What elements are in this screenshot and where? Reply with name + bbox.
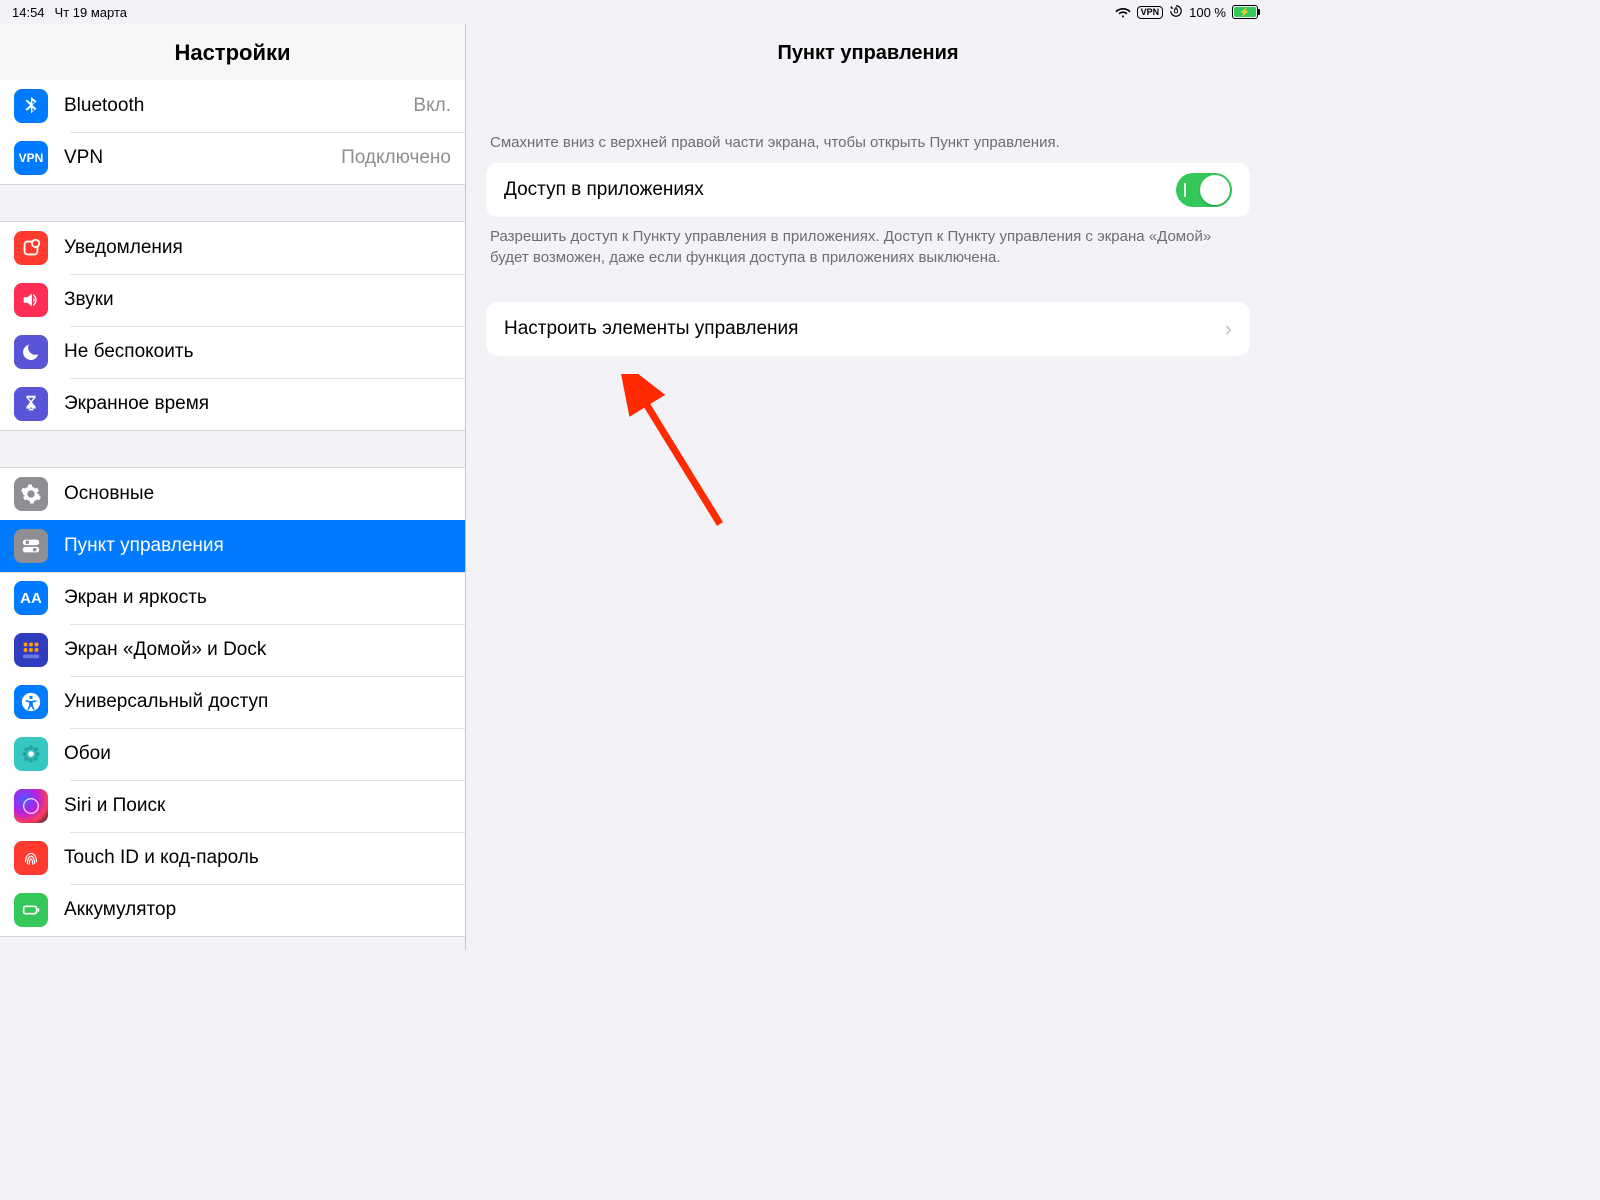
flower-icon: [14, 737, 48, 771]
sidebar-item-touchid[interactable]: Touch ID и код-пароль: [0, 832, 465, 884]
vpn-icon: VPN: [14, 141, 48, 175]
access-group: Доступ в приложениях: [486, 163, 1250, 217]
sidebar-group-general: Основные Пункт управления AA Экран и ярк…: [0, 467, 465, 937]
detail-hint: Смахните вниз с верхней правой части экр…: [466, 79, 1270, 163]
row-label: VPN: [64, 147, 333, 169]
row-label: Основные: [64, 483, 451, 505]
row-label: Touch ID и код-пароль: [64, 847, 451, 869]
customize-controls-row[interactable]: Настроить элементы управления ›: [486, 302, 1250, 356]
wifi-icon: [1115, 3, 1131, 22]
home-grid-icon: [14, 633, 48, 667]
sidebar-item-battery[interactable]: Аккумулятор: [0, 884, 465, 936]
siri-icon: [14, 789, 48, 823]
hourglass-icon: [14, 387, 48, 421]
sidebar-item-siri[interactable]: Siri и Поиск: [0, 780, 465, 832]
sidebar-group-notifications: Уведомления Звуки Не беспокоить: [0, 221, 465, 431]
text-size-icon: AA: [14, 581, 48, 615]
gear-icon: [14, 477, 48, 511]
sidebar-item-screentime[interactable]: Экранное время: [0, 378, 465, 430]
sidebar-item-dnd[interactable]: Не беспокоить: [0, 326, 465, 378]
fingerprint-icon: [14, 841, 48, 875]
row-label: Siri и Поиск: [64, 795, 451, 817]
orientation-lock-icon: [1169, 4, 1183, 21]
chevron-right-icon: ›: [1225, 316, 1232, 342]
sidebar-item-accessibility[interactable]: Универсальный доступ: [0, 676, 465, 728]
access-toggle[interactable]: [1176, 173, 1232, 207]
row-label: Пункт управления: [64, 535, 451, 557]
battery-percent: 100 %: [1189, 5, 1226, 20]
row-value: Подключено: [341, 147, 451, 169]
status-time: 14:54: [12, 5, 45, 20]
row-label: Экран «Домой» и Dock: [64, 639, 451, 661]
cell-label: Доступ в приложениях: [504, 179, 704, 201]
status-bar: 14:54 Чт 19 марта VPN 100 % ⚡: [0, 0, 1270, 24]
settings-sidebar[interactable]: Настройки Bluetooth Вкл. VPN VPN Подключ: [0, 24, 466, 950]
toggle-switches-icon: [14, 529, 48, 563]
vpn-status-icon: VPN: [1137, 6, 1164, 19]
access-in-apps-row[interactable]: Доступ в приложениях: [486, 163, 1250, 217]
sidebar-item-wallpaper[interactable]: Обои: [0, 728, 465, 780]
accessibility-icon: [14, 685, 48, 719]
detail-pane: Пункт управления Смахните вниз с верхней…: [466, 24, 1270, 950]
row-label: Звуки: [64, 289, 451, 311]
ipad-settings-screen: 14:54 Чт 19 марта VPN 100 % ⚡ Настройки: [0, 0, 1270, 950]
access-footer: Разрешить доступ к Пункту управления в п…: [466, 217, 1270, 268]
row-label: Уведомления: [64, 237, 451, 259]
row-label: Аккумулятор: [64, 899, 451, 921]
moon-icon: [14, 335, 48, 369]
row-label: Экранное время: [64, 393, 451, 415]
row-label: Экран и яркость: [64, 587, 451, 609]
row-label: Не беспокоить: [64, 341, 451, 363]
sounds-icon: [14, 283, 48, 317]
row-label: Обои: [64, 743, 451, 765]
sidebar-item-control-center[interactable]: Пункт управления: [0, 520, 465, 572]
sidebar-title: Настройки: [0, 24, 465, 80]
cell-label: Настроить элементы управления: [504, 318, 798, 340]
customize-group: Настроить элементы управления ›: [486, 302, 1250, 356]
battery-icon: ⚡: [1232, 5, 1258, 19]
status-date: Чт 19 марта: [55, 5, 127, 20]
bluetooth-icon: [14, 89, 48, 123]
row-value: Вкл.: [413, 95, 451, 117]
sidebar-item-notifications[interactable]: Уведомления: [0, 222, 465, 274]
sidebar-item-sounds[interactable]: Звуки: [0, 274, 465, 326]
row-label: Bluetooth: [64, 95, 405, 117]
row-label: Универсальный доступ: [64, 691, 451, 713]
sidebar-group-connectivity: Bluetooth Вкл. VPN VPN Подключено: [0, 80, 465, 185]
sidebar-item-vpn[interactable]: VPN VPN Подключено: [0, 132, 465, 184]
detail-title: Пункт управления: [466, 24, 1270, 79]
sidebar-item-general[interactable]: Основные: [0, 468, 465, 520]
sidebar-item-display[interactable]: AA Экран и яркость: [0, 572, 465, 624]
notifications-icon: [14, 231, 48, 265]
sidebar-item-home-dock[interactable]: Экран «Домой» и Dock: [0, 624, 465, 676]
sidebar-item-bluetooth[interactable]: Bluetooth Вкл.: [0, 80, 465, 132]
battery-setting-icon: [14, 893, 48, 927]
